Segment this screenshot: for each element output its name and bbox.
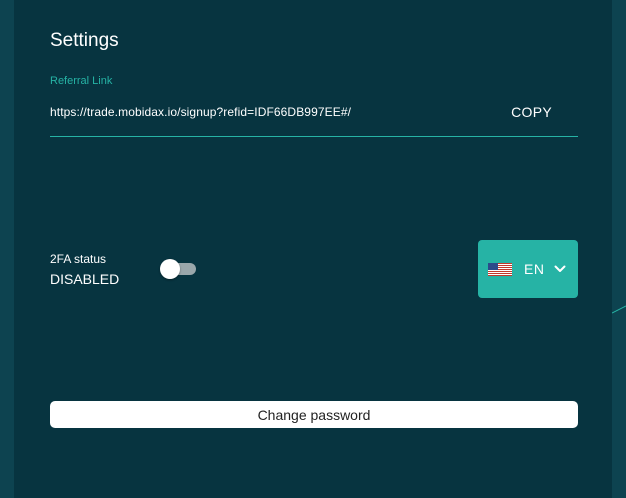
change-password-button[interactable]: Change password xyxy=(50,401,578,428)
settings-page: Settings Referral Link https://trade.mob… xyxy=(0,0,626,498)
page-title: Settings xyxy=(50,30,119,51)
left-panel-edge xyxy=(0,0,14,498)
twofa-status-value: DISABLED xyxy=(50,271,120,287)
twofa-toggle[interactable] xyxy=(160,259,198,279)
referral-link-url[interactable]: https://trade.mobidax.io/signup?refid=ID… xyxy=(50,105,351,119)
right-panel-edge xyxy=(612,0,626,498)
referral-link-label: Referral Link xyxy=(50,75,113,87)
language-selector[interactable]: EN xyxy=(478,240,578,298)
us-flag-icon xyxy=(488,263,512,276)
twofa-status-label: 2FA status xyxy=(50,252,107,266)
referral-link-field: https://trade.mobidax.io/signup?refid=ID… xyxy=(50,92,578,137)
toggle-knob xyxy=(160,259,180,279)
language-code: EN xyxy=(524,261,545,277)
settings-card: Settings Referral Link https://trade.mob… xyxy=(14,0,612,498)
chevron-down-icon xyxy=(554,265,566,272)
copy-button[interactable]: COPY xyxy=(511,104,552,120)
